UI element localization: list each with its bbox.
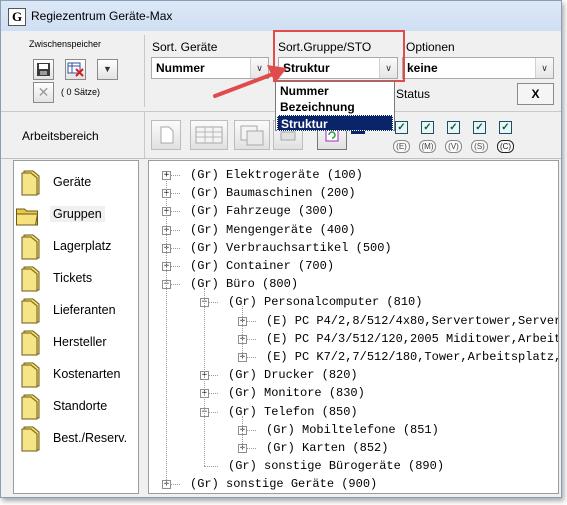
nav-item[interactable]: Lagerplatz	[18, 231, 136, 261]
nav-item-label: Tickets	[53, 271, 93, 285]
tree-branch-line	[242, 415, 243, 448]
nav-item-label: Geräte	[53, 175, 92, 189]
tree-node[interactable]: (Gr) Mengengeräte (400)	[190, 222, 356, 239]
tree-node[interactable]: (Gr) Verbrauchsartikel (500)	[190, 240, 392, 257]
nav-item[interactable]: Kostenarten	[18, 359, 136, 389]
filter-c-checkbox[interactable]: ✓	[499, 121, 512, 134]
open-folder-icon	[16, 208, 39, 226]
nav-item-label: Best./Reserv.	[53, 431, 128, 445]
tree-node[interactable]: (E) PC P4/2,8/512/4x80,Servertower,Serve…	[266, 313, 558, 330]
save-icon	[37, 63, 50, 76]
status-label: Status	[396, 87, 431, 101]
tree-root-line	[166, 179, 167, 485]
copy-icon	[240, 125, 264, 146]
clipboard-label: Zwischenspeicher	[29, 39, 102, 49]
nav-item-label: Gruppen	[50, 206, 105, 222]
new-document-button[interactable]	[151, 120, 181, 150]
tree-node[interactable]: (Gr) Monitore (830)	[228, 385, 365, 402]
folder-icon	[21, 234, 40, 260]
window-title: Regiezentrum Geräte-Max	[31, 9, 173, 23]
filter-e-checkbox[interactable]: ✓	[395, 121, 408, 134]
nav-item[interactable]: Hersteller	[18, 327, 136, 357]
filter-v-label: (V)	[445, 140, 462, 153]
tree-node[interactable]: (Gr) Drucker (820)	[228, 367, 358, 384]
tree-branch-line	[242, 306, 243, 357]
tree-node[interactable]: (Gr) Mobiltelefone (851)	[266, 422, 439, 439]
nav-item-label: Lagerplatz	[53, 239, 112, 253]
chevron-down-icon: ∨	[535, 58, 553, 78]
tree-node[interactable]: (Gr) Container (700)	[190, 258, 334, 275]
annotation-arrow-icon	[213, 65, 287, 98]
tree-node[interactable]: (Gr) Fahrzeuge (300)	[190, 203, 334, 220]
folder-icon	[21, 170, 40, 196]
folder-icon	[21, 266, 40, 292]
folder-icon	[21, 426, 40, 452]
tree-node[interactable]: (Gr) Baumaschinen (200)	[190, 185, 356, 202]
nav-item[interactable]: Geräte	[18, 167, 136, 197]
filter-c-label: (C)	[497, 140, 514, 153]
sort-devices-label: Sort. Geräte	[152, 40, 218, 54]
document-icon	[160, 126, 174, 144]
close-icon: ✕	[37, 84, 50, 100]
title-bar: G Regiezentrum Geräte-Max	[1, 1, 561, 32]
options-value: keine	[407, 61, 438, 75]
table-view-button[interactable]	[190, 120, 228, 150]
tree-node[interactable]: (Gr) Elektrogeräte (100)	[190, 167, 363, 184]
folder-icon	[21, 394, 40, 420]
tree-node[interactable]: (Gr) Telefon (850)	[228, 404, 358, 421]
save-clipboard-button[interactable]	[33, 59, 54, 80]
clear-clipboard-button[interactable]	[65, 59, 86, 80]
window-scroll-edge	[557, 1, 561, 499]
tree-node[interactable]: (Gr) sonstige Bürogeräte (890)	[228, 458, 444, 475]
folder-icon	[21, 330, 40, 356]
clipboard-menu-button[interactable]: ▼	[97, 59, 118, 80]
table-delete-icon	[67, 62, 84, 77]
nav-item-label: Lieferanten	[53, 303, 116, 317]
remove-clipboard-button[interactable]: ✕	[33, 82, 54, 103]
folder-icon	[21, 298, 40, 324]
tree-node[interactable]: (Gr) Büro (800)	[190, 276, 298, 293]
nav-item[interactable]: Lieferanten	[18, 295, 136, 325]
nav-item-label: Standorte	[53, 399, 108, 413]
tree-node[interactable]: (Gr) Karten (852)	[266, 440, 388, 457]
options-label: Optionen	[406, 40, 455, 54]
work-area-divider	[144, 112, 145, 158]
toolbar-divider	[144, 35, 145, 107]
tree-branch-line	[204, 288, 205, 467]
nav-item-label: Hersteller	[53, 335, 107, 349]
nav-item[interactable]: Best./Reserv.	[18, 423, 136, 453]
clipboard-count: ( 0 Sätze)	[61, 87, 101, 97]
tree-connector	[204, 466, 218, 468]
dropdown-option-struktur[interactable]: Struktur	[277, 115, 393, 131]
nav-item-label: Kostenarten	[53, 367, 121, 381]
copy-table-button[interactable]	[234, 120, 270, 150]
nav-item[interactable]: Tickets	[18, 263, 136, 293]
options-select[interactable]: keine ∨	[402, 57, 554, 79]
tree-node[interactable]: (Gr) Personalcomputer (810)	[228, 294, 422, 311]
table-icon	[195, 126, 223, 144]
nav-item[interactable]: Gruppen	[16, 199, 136, 229]
chevron-down-icon: ▼	[103, 64, 112, 74]
app-logo-icon: G	[8, 8, 26, 26]
tree-node[interactable]: (E) PC P4/3/512/120,2005 Miditower,Arbei…	[266, 331, 558, 348]
tree-node[interactable]: (Gr) sonstige Geräte (900)	[190, 476, 377, 493]
filter-s-label: (S)	[471, 140, 488, 153]
filter-m-checkbox[interactable]: ✓	[421, 121, 434, 134]
work-area-label: Arbeitsbereich	[22, 129, 99, 143]
filter-m-label: (M)	[419, 140, 436, 153]
sort-devices-value: Nummer	[156, 61, 205, 75]
filter-s-checkbox[interactable]: ✓	[473, 121, 486, 134]
category-nav: Geräte Gruppen Lagerplatz Tickets Lieferante…	[13, 160, 139, 494]
status-field[interactable]: X	[517, 83, 554, 105]
filter-v-checkbox[interactable]: ✓	[447, 121, 460, 134]
filter-e-label: (E)	[393, 140, 410, 153]
tree-node[interactable]: (E) PC K7/2,7/512/180,Tower,Arbeitsplatz…	[266, 349, 558, 366]
folder-icon	[21, 362, 40, 388]
nav-item[interactable]: Standorte	[18, 391, 136, 421]
group-tree: + (Gr) Elektrogeräte (100) + (Gr) Baumaschi…	[148, 160, 559, 494]
